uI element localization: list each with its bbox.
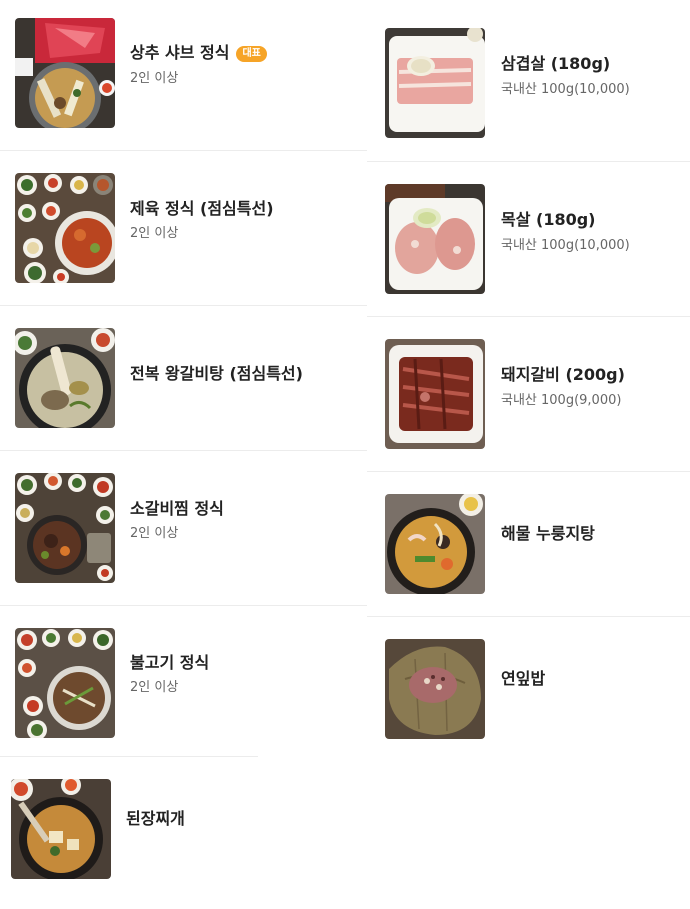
lotus-leaf-rice-photo (385, 639, 485, 739)
pork-galbi-photo (385, 339, 485, 449)
menu-item-doenjang-jjigae[interactable]: 된장찌개 (0, 757, 367, 897)
menu-item-name: 삼겹살 (180g) (501, 54, 611, 73)
bulgogi-set-photo (15, 628, 115, 738)
menu-item-detail: 국내산 100g(9,000) (501, 393, 622, 408)
menu-item-name: 해물 누룽지탕 (501, 524, 595, 543)
menu-item-dwaeji-galbi[interactable]: 돼지갈비 (200g) 국내산 100g(9,000) (367, 317, 690, 471)
menu-item-name: 상추 샤브 정식 대표 (130, 39, 267, 63)
seafood-nurungji-photo (385, 494, 485, 594)
menu-item-name: 전복 왕갈비탕 (점심특선) (130, 364, 303, 383)
menu-item-moksal[interactable]: 목살 (180g) 국내산 100g(10,000) (367, 162, 690, 316)
menu-item-detail: 2인 이상 (130, 680, 179, 695)
pork-belly-photo (385, 28, 485, 138)
menu-item-sangchu-shabu[interactable]: 상추 샤브 정식 대표 2인 이상 (0, 0, 367, 150)
signature-badge: 대표 (236, 46, 267, 62)
menu-item-detail: 2인 이상 (130, 526, 179, 541)
menu-item-galbijjim-set[interactable]: 소갈비찜 정식 2인 이상 (0, 451, 367, 605)
menu-item-name: 된장찌개 (126, 809, 185, 828)
menu-item-detail: 2인 이상 (130, 226, 179, 241)
pork-neck-photo (385, 184, 485, 294)
menu-item-abalone-galbitang[interactable]: 전복 왕갈비탕 (점심특선) (0, 306, 367, 450)
menu-item-name: 연잎밥 (501, 669, 546, 688)
menu-item-jeyuk-set[interactable]: 제육 정식 (점심특선) 2인 이상 (0, 151, 367, 305)
menu-item-name: 제육 정식 (점심특선) (130, 199, 274, 218)
menu-item-bulgogi-set[interactable]: 불고기 정식 2인 이상 (0, 606, 367, 756)
menu-item-detail: 2인 이상 (130, 71, 179, 86)
menu-item-lotus-leaf-rice[interactable]: 연잎밥 (367, 617, 690, 757)
abalone-galbitang-photo (15, 328, 115, 428)
doenjang-stew-photo (11, 779, 111, 879)
menu-item-detail: 국내산 100g(10,000) (501, 82, 630, 97)
menu-item-samgyeopsal[interactable]: 삼겹살 (180g) 국내산 100g(10,000) (367, 0, 690, 161)
braised-short-ribs-photo (15, 473, 115, 583)
shabu-hotpot-photo (15, 18, 115, 128)
spicy-pork-set-photo (15, 173, 115, 283)
menu-item-detail: 국내산 100g(10,000) (501, 238, 630, 253)
menu-item-seafood-nurungji[interactable]: 해물 누룽지탕 (367, 472, 690, 616)
menu-item-name: 불고기 정식 (130, 653, 210, 672)
menu-item-name: 소갈비찜 정식 (130, 499, 224, 518)
menu-item-name: 돼지갈비 (200g) (501, 365, 625, 384)
menu-item-name: 목살 (180g) (501, 210, 596, 229)
